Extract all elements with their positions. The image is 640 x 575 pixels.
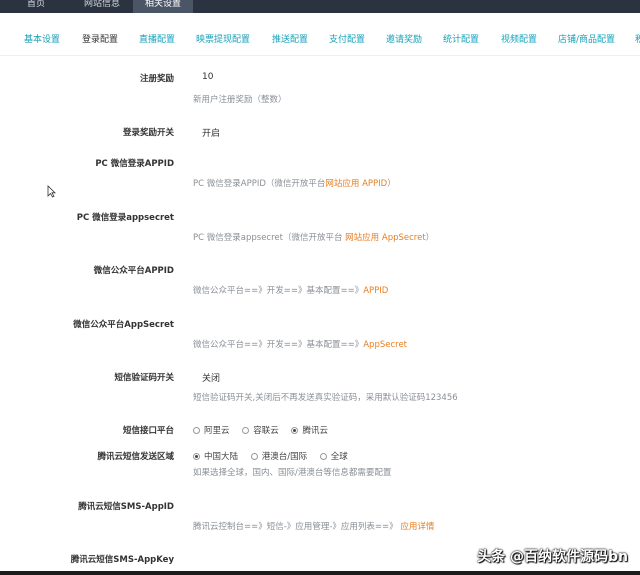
radio-off-icon [193,427,200,434]
tencent-sms-appid-hint: 腾讯云控制台==》短信-》应用管理-》应用列表==》 应用详情 [193,520,434,532]
sms-platform-ronglian-radio[interactable]: 容联云 [242,424,279,436]
mouse-cursor-icon [47,185,56,198]
tencent-sms-appid-label: 腾讯云短信SMS-AppID [78,502,174,512]
top-nav-bar: 首页 网站信息 相关设置 [0,0,640,13]
top-tab-settings-label: 相关设置 [144,0,181,9]
radio-on-icon [291,427,299,434]
settings-subnav: 基本设置 登录配置 直播配置 映票提现配置 推送配置 支付配置 邀请奖励 统计配… [0,30,640,52]
tencent-sms-appid-hint-text: 腾讯云控制台==》短信-》应用管理-》应用列表==》 [193,522,401,532]
top-tab-site-info-label: 网站信息 [83,0,120,9]
tab-push-config[interactable]: 推送配置 [272,30,308,50]
pc-wechat-appsecret-hint: PC 微信登录appsecret（微信开放平台 网站应用 AppSecret） [193,231,434,243]
sms-code-switch-hint: 短信验证码开关,关闭后不再发送真实验证码，采用默认验证码123456 [193,393,458,403]
top-tab-home-label: 首页 [26,0,45,9]
tab-basic-settings[interactable]: 基本设置 [24,30,60,50]
mp-appsecret-hint: 微信公众平台==》开发==》基本配置==》AppSecret [193,338,407,350]
tencent-sms-region-radio-group: 中国大陆 港澳台/国际 全球 [193,450,358,462]
reg-reward-value[interactable]: 10 [202,72,213,82]
sms-platform-ronglian-label: 容联云 [253,426,279,436]
tencent-sms-region-hint: 如果选择全球，国内、国际/港澳台等信息都需要配置 [193,468,392,478]
tencent-sms-region-label: 腾讯云短信发送区域 [97,452,174,462]
tab-shop-config[interactable]: 店铺/商品配置 [558,30,615,50]
radio-off-icon [319,453,327,460]
region-global-radio[interactable]: 全球 [319,450,348,462]
mp-appid-label: 微信公众平台APPID [93,266,174,276]
mp-appsecret-label: 微信公众平台AppSecret [73,320,174,330]
pc-wechat-appid-hint-end: ） [387,179,396,189]
region-international-radio[interactable]: 港澳台/国际 [250,450,308,462]
tab-live-config[interactable]: 直播配置 [139,30,175,50]
radio-off-icon [242,427,250,434]
sms-code-switch-value[interactable]: 关闭 [202,371,220,384]
subnav-divider [0,55,640,56]
sms-platform-label: 短信接口平台 [122,426,174,436]
mp-appid-hint: 微信公众平台==》开发==》基本配置==》APPID [193,284,388,296]
tab-stats-config[interactable]: 统计配置 [443,30,479,50]
reg-reward-hint: 新用户注册奖励（整数） [193,95,287,105]
pc-wechat-appsecret-label: PC 微信登录appsecret [76,213,174,223]
tab-video-config[interactable]: 视频配置 [501,30,537,50]
sms-platform-aliyun-radio[interactable]: 阿里云 [193,424,230,436]
sms-platform-tencent-label: 腾讯云 [302,426,328,436]
tab-withdraw-config[interactable]: 映票提现配置 [196,30,250,50]
pc-wechat-appid-hint: PC 微信登录APPID（微信开放平台网站应用 APPID） [193,177,396,189]
region-international-label: 港澳台/国际 [261,452,308,462]
tencent-sms-appid-hint-highlight: 应用详情 [400,522,435,532]
login-reward-switch-label: 登录奖励开关 [122,128,174,138]
tab-invite-reward[interactable]: 邀请奖励 [386,30,422,50]
region-mainland-radio[interactable]: 中国大陆 [193,450,238,462]
tab-payment-config[interactable]: 支付配置 [329,30,365,50]
tencent-sms-appkey-label: 腾讯云短信SMS-AppKey [70,555,174,565]
sms-platform-tencent-radio[interactable]: 腾讯云 [291,424,328,436]
tab-points-config[interactable]: 积 [635,30,640,50]
region-global-label: 全球 [330,452,348,462]
sms-platform-aliyun-label: 阿里云 [204,426,230,436]
top-tab-settings[interactable]: 相关设置 [133,0,193,13]
tab-login-config[interactable]: 登录配置 [82,30,118,50]
top-tab-home[interactable]: 首页 [22,0,50,13]
pc-wechat-appid-hint-text: PC 微信登录APPID（微信开放平台 [193,179,326,189]
radio-off-icon [250,453,258,460]
region-mainland-label: 中国大陆 [204,452,239,462]
mp-appid-hint-highlight: APPID [363,286,389,296]
pc-wechat-appsecret-hint-end: ） [425,233,435,243]
login-reward-switch-value[interactable]: 开启 [202,126,220,139]
sms-code-switch-label: 短信验证码开关 [114,373,174,383]
bottom-edge-bar [0,571,640,575]
top-tab-site-info[interactable]: 网站信息 [72,0,132,13]
mp-appid-hint-text: 微信公众平台==》开发==》基本配置==》 [193,286,364,296]
reg-reward-label: 注册奖励 [139,74,174,84]
pc-wechat-appid-hint-highlight: 网站应用 APPID [325,179,388,189]
pc-wechat-appid-label: PC 微信登录APPID [95,159,174,169]
pc-wechat-appsecret-hint-highlight: 网站应用 AppSecret [345,233,426,243]
pc-wechat-appsecret-hint-text: PC 微信登录appsecret（微信开放平台 [193,233,346,243]
radio-on-icon [193,453,200,460]
sms-platform-radio-group: 阿里云 容联云 腾讯云 [193,424,338,436]
watermark-text: 头条 @百纳软件源码bn [477,549,628,565]
mp-appsecret-hint-highlight: AppSecret [363,340,408,350]
mp-appsecret-hint-text: 微信公众平台==》开发==》基本配置==》 [193,340,364,350]
